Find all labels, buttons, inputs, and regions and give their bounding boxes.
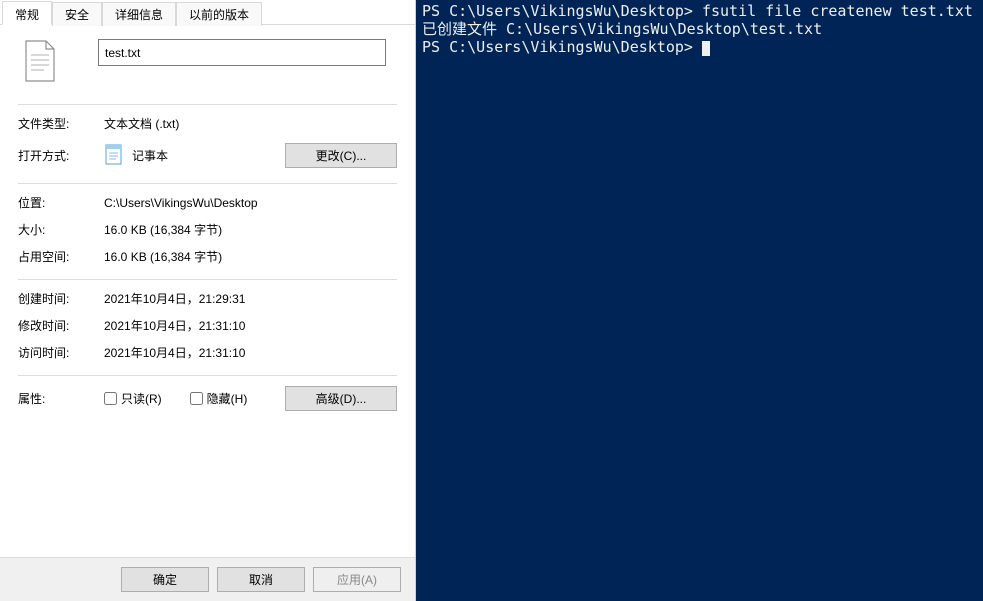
created-label: 创建时间: [18,290,104,307]
ok-button[interactable]: 确定 [121,567,209,592]
size-label: 大小: [18,221,104,238]
change-button[interactable]: 更改(C)... [285,143,397,168]
tab-bar: 常规 安全 详细信息 以前的版本 [0,0,415,25]
separator [18,279,397,280]
readonly-label: 只读(R) [121,390,162,407]
size-on-disk-label: 占用空间: [18,248,104,265]
tab-general[interactable]: 常规 [2,1,52,25]
terminal-line: 已创建文件 C:\Users\VikingsWu\Desktop\test.tx… [422,20,822,38]
location-label: 位置: [18,194,104,211]
cancel-button[interactable]: 取消 [217,567,305,592]
tab-details[interactable]: 详细信息 [102,2,176,26]
readonly-checkbox-wrap[interactable]: 只读(R) [104,390,162,407]
properties-dialog: 常规 安全 详细信息 以前的版本 文件类型: 文本文档 (.txt) [0,0,416,601]
filename-input[interactable] [98,39,386,66]
openwith-label: 打开方式: [18,147,104,164]
created-value: 2021年10月4日，21:29:31 [104,290,245,307]
terminal-cursor [702,41,710,56]
file-icon [18,39,98,86]
size-value: 16.0 KB (16,384 字节) [104,221,222,238]
advanced-button[interactable]: 高级(D)... [285,386,397,411]
notepad-icon [104,142,132,169]
attributes-label: 属性: [18,390,104,407]
separator [18,104,397,105]
general-tab-content: 文件类型: 文本文档 (.txt) 打开方式: 记事本 更改(C)... 位置:… [0,25,415,557]
apply-button[interactable]: 应用(A) [313,567,401,592]
separator [18,183,397,184]
hidden-checkbox[interactable] [190,392,203,405]
readonly-checkbox[interactable] [104,392,117,405]
modified-value: 2021年10月4日，21:31:10 [104,317,245,334]
size-on-disk-value: 16.0 KB (16,384 字节) [104,248,222,265]
dialog-button-bar: 确定 取消 应用(A) [0,557,415,601]
tab-previous-versions[interactable]: 以前的版本 [176,2,262,26]
tab-security[interactable]: 安全 [52,2,102,26]
modified-label: 修改时间: [18,317,104,334]
location-value: C:\Users\VikingsWu\Desktop [104,196,258,210]
accessed-label: 访问时间: [18,344,104,361]
hidden-checkbox-wrap[interactable]: 隐藏(H) [190,390,248,407]
terminal-line: PS C:\Users\VikingsWu\Desktop> [422,38,693,56]
openwith-value: 记事本 [132,147,168,164]
accessed-value: 2021年10月4日，21:31:10 [104,344,245,361]
filetype-value: 文本文档 (.txt) [104,115,179,132]
filetype-label: 文件类型: [18,115,104,132]
terminal-line: PS C:\Users\VikingsWu\Desktop> fsutil fi… [422,2,983,20]
powershell-terminal[interactable]: PS C:\Users\VikingsWu\Desktop> fsutil fi… [416,0,983,601]
hidden-label: 隐藏(H) [207,390,248,407]
separator [18,375,397,376]
